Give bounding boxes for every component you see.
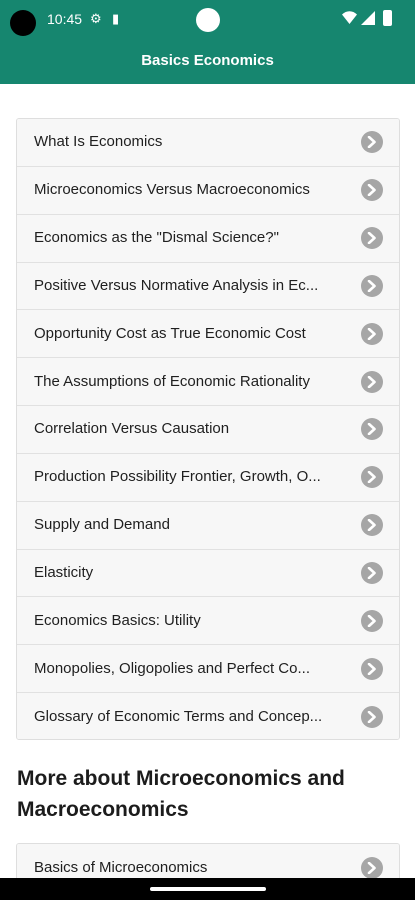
list-item-label: What Is Economics [34, 133, 163, 151]
list-item-label: Opportunity Cost as True Economic Cost [34, 324, 306, 342]
list-item-micro-vs-macro[interactable]: Microeconomics Versus Macroeconomics [17, 166, 399, 215]
chevron-right-circle-icon [361, 322, 383, 345]
camera-cutout [10, 10, 36, 36]
battery-icon [383, 10, 392, 26]
chevron-right-circle-icon [361, 179, 383, 202]
list-item-label: Glossary of Economic Terms and Concep... [34, 708, 323, 726]
chevron-right-circle-icon [361, 856, 383, 879]
chevron-right-circle-icon [361, 131, 383, 154]
list-item-label: Microeconomics Versus Macroeconomics [34, 181, 310, 199]
notification-dot-icon [196, 8, 220, 32]
list-item-correlation-causation[interactable]: Correlation Versus Causation [17, 406, 399, 454]
list-item-label: Economics Basics: Utility [34, 611, 201, 629]
list-item-label: Supply and Demand [34, 516, 170, 534]
list-item-supply-demand[interactable]: Supply and Demand [17, 501, 399, 550]
chevron-right-circle-icon [361, 466, 383, 489]
app-title: Basics Economics [141, 52, 274, 69]
app-bar: Basics Economics [0, 38, 415, 84]
status-time: 10:45 [47, 11, 83, 27]
section-title: More about Microeconomics and Macroecono… [17, 767, 345, 821]
navigation-bar [0, 878, 415, 900]
list-item-utility[interactable]: Economics Basics: Utility [17, 597, 399, 646]
list-item-label: Economics as the "Dismal Science?" [34, 229, 279, 247]
list-item-elasticity[interactable]: Elasticity [17, 549, 399, 598]
list-item-monopolies[interactable]: Monopolies, Oligopolies and Perfect Co..… [17, 645, 399, 694]
topics-list: What Is Economics Microeconomics Versus … [16, 118, 400, 740]
list-item-label: Positive Versus Normative Analysis in Ec… [34, 276, 319, 294]
chevron-right-circle-icon [361, 657, 383, 680]
list-item-economic-rationality[interactable]: The Assumptions of Economic Rationality [17, 358, 399, 407]
list-item-opportunity-cost[interactable]: Opportunity Cost as True Economic Cost [17, 310, 399, 359]
gear-icon: ⚙ [90, 11, 102, 26]
list-item-dismal-science[interactable]: Economics as the "Dismal Science?" [17, 214, 399, 263]
chevron-right-circle-icon [361, 370, 383, 393]
chevron-right-circle-icon [361, 562, 383, 585]
chevron-right-circle-icon [361, 514, 383, 537]
list-item-positive-vs-normative[interactable]: Positive Versus Normative Analysis in Ec… [17, 262, 399, 311]
list-item-label: Basics of Microeconomics [34, 858, 208, 876]
sim-card-icon: ▮ [112, 11, 120, 26]
list-item-label: Correlation Versus Causation [34, 420, 230, 438]
chevron-right-circle-icon [361, 274, 383, 297]
wifi-icon [342, 11, 357, 24]
list-item-production-possibility[interactable]: Production Possibility Frontier, Growth,… [17, 453, 399, 502]
status-bar: 10:45 ⚙ ▮ [0, 0, 415, 38]
list-item-label: Production Possibility Frontier, Growth,… [34, 468, 321, 486]
chevron-right-circle-icon [361, 609, 383, 632]
list-item-what-is-economics[interactable]: What Is Economics [17, 119, 399, 167]
chevron-right-circle-icon [361, 706, 383, 729]
list-item-glossary[interactable]: Glossary of Economic Terms and Concep... [17, 693, 399, 739]
home-gesture-handle[interactable] [150, 887, 266, 891]
signal-icon [361, 11, 375, 25]
list-item-label: The Assumptions of Economic Rationality [34, 372, 310, 390]
chevron-right-circle-icon [361, 227, 383, 250]
list-item-label: Monopolies, Oligopolies and Perfect Co..… [34, 659, 310, 677]
list-item-label: Elasticity [34, 564, 94, 582]
chevron-right-circle-icon [361, 418, 383, 441]
